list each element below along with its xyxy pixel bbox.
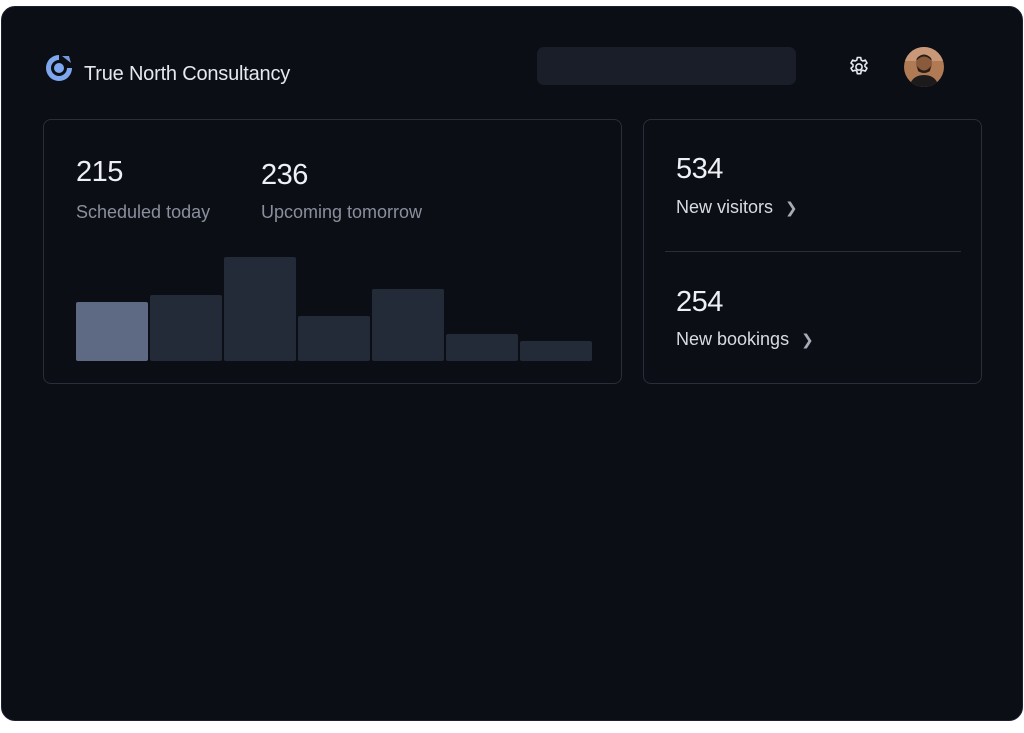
new-visitors-label: New visitors [676, 197, 774, 217]
avatar[interactable] [904, 47, 944, 87]
chart-bar-2 [150, 295, 222, 361]
scheduled-today-value: 215 [76, 156, 123, 188]
chart-bar-1 [76, 302, 148, 361]
gear-icon[interactable] [847, 55, 871, 79]
upcoming-tomorrow-value: 236 [261, 159, 308, 191]
user-avatar-image [904, 47, 944, 87]
new-bookings-value: 254 [676, 286, 723, 318]
appointments-bar-chart [76, 257, 592, 361]
chart-bar-5 [372, 289, 444, 361]
chevron-right-icon: ❯ [785, 200, 798, 217]
new-bookings-link[interactable]: New bookings ❯ [676, 329, 814, 350]
new-visitors-value: 534 [676, 153, 723, 185]
new-visitors-link[interactable]: New visitors ❯ [676, 197, 798, 218]
upcoming-tomorrow-label: Upcoming tomorrow [261, 202, 423, 222]
chart-bar-6 [446, 334, 518, 361]
dashboard-window: True North Consultancy 215 Scheduled tod… [1, 6, 1023, 721]
search-input[interactable] [537, 47, 796, 85]
chart-bar-3 [224, 257, 296, 361]
scheduled-today-label: Scheduled today [76, 202, 211, 222]
chevron-right-icon: ❯ [801, 332, 814, 349]
summary-card: 534 New visitors ❯ 254 New bookings ❯ [643, 119, 982, 384]
chart-bar-7 [520, 341, 592, 361]
chart-bar-4 [298, 316, 370, 361]
brand-name: True North Consultancy [84, 63, 291, 85]
new-bookings-label: New bookings [676, 329, 790, 349]
appointments-card: 215 Scheduled today 236 Upcoming tomorro… [43, 119, 622, 384]
logo-icon [46, 55, 72, 81]
divider [665, 251, 961, 252]
